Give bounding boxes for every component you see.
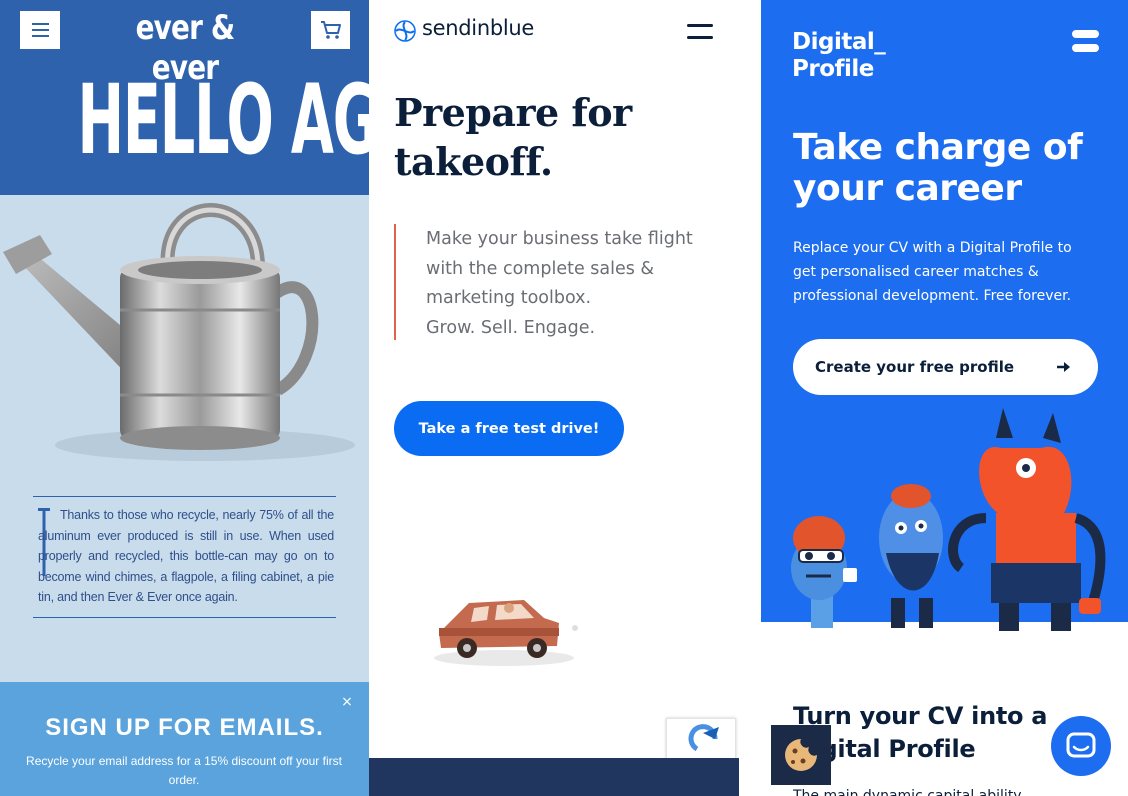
sendinblue-logo[interactable]: sendinblue bbox=[422, 16, 534, 40]
recycling-body-text: Thanks to those who recycle, nearly 75% … bbox=[38, 508, 334, 605]
hero-title: Take charge of your career bbox=[793, 127, 1113, 209]
hero-title: Prepare for takeoff. bbox=[394, 88, 724, 186]
sendinblue-panel: sendinblue Prepare for takeoff. Make you… bbox=[369, 0, 761, 796]
free-test-drive-button[interactable]: Take a free test drive! bbox=[394, 401, 624, 456]
recaptcha-icon bbox=[688, 724, 719, 752]
hero-title-line: takeoff. bbox=[394, 139, 553, 184]
digital-profile-panel: Digital_ Profile Take charge of your car… bbox=[761, 0, 1128, 796]
logo-line: Digital_ bbox=[792, 29, 886, 55]
logo-line: Profile bbox=[792, 56, 874, 82]
hero-title-line: Take charge of bbox=[793, 127, 1083, 168]
menu-icon[interactable] bbox=[687, 24, 713, 40]
hero-subtitle: Make your business take flight with the … bbox=[426, 225, 746, 343]
section-text: The main dynamic capital ability bbox=[793, 788, 1022, 796]
create-profile-button[interactable]: Create your free profile bbox=[793, 339, 1098, 395]
hero-title-line: your career bbox=[793, 168, 1022, 209]
cookie-icon bbox=[785, 739, 817, 771]
create-profile-label: Create your free profile bbox=[815, 358, 1015, 376]
chat-icon bbox=[1066, 732, 1096, 758]
subtitle-line: marketing toolbox. bbox=[426, 288, 592, 308]
watering-can-image bbox=[3, 203, 355, 461]
hero-headline: HELLO AGAIN bbox=[77, 64, 369, 176]
chat-launcher-button[interactable] bbox=[1051, 716, 1111, 776]
signup-title: SIGN UP FOR EMAILS. bbox=[45, 714, 324, 741]
hero-description: Replace your CV with a Digital Profile t… bbox=[793, 240, 1072, 304]
quote-accent-bar bbox=[394, 224, 396, 340]
signup-description: Recycle your email address for a 15% dis… bbox=[26, 754, 342, 787]
cart-icon[interactable] bbox=[311, 11, 350, 49]
cookie-settings-button[interactable] bbox=[771, 725, 831, 785]
footer-band bbox=[369, 758, 739, 796]
recaptcha-badge[interactable] bbox=[666, 718, 736, 760]
car-illustration bbox=[434, 600, 578, 666]
subtitle-line: Make your business take flight bbox=[426, 229, 693, 249]
sendinblue-logo-icon[interactable] bbox=[394, 20, 416, 42]
section-title-line: Turn your CV into a bbox=[793, 702, 1048, 730]
section-title: Turn your CV into a Digital Profile bbox=[793, 700, 1073, 766]
close-icon[interactable]: × bbox=[340, 695, 354, 709]
ever-and-ever-panel: ever & ever HELLO AGAIN bbox=[0, 0, 369, 796]
digital-profile-logo[interactable]: Digital_ Profile bbox=[792, 29, 886, 83]
hero-title-line: Prepare for bbox=[394, 90, 632, 135]
menu-icon[interactable] bbox=[1072, 30, 1099, 54]
hamburger-menu-icon[interactable] bbox=[20, 11, 60, 49]
arrow-right-icon bbox=[1057, 362, 1070, 372]
monsters-illustration bbox=[791, 408, 1106, 631]
subtitle-line: Grow. Sell. Engage. bbox=[426, 317, 596, 338]
subtitle-line: with the complete sales & bbox=[426, 258, 655, 279]
